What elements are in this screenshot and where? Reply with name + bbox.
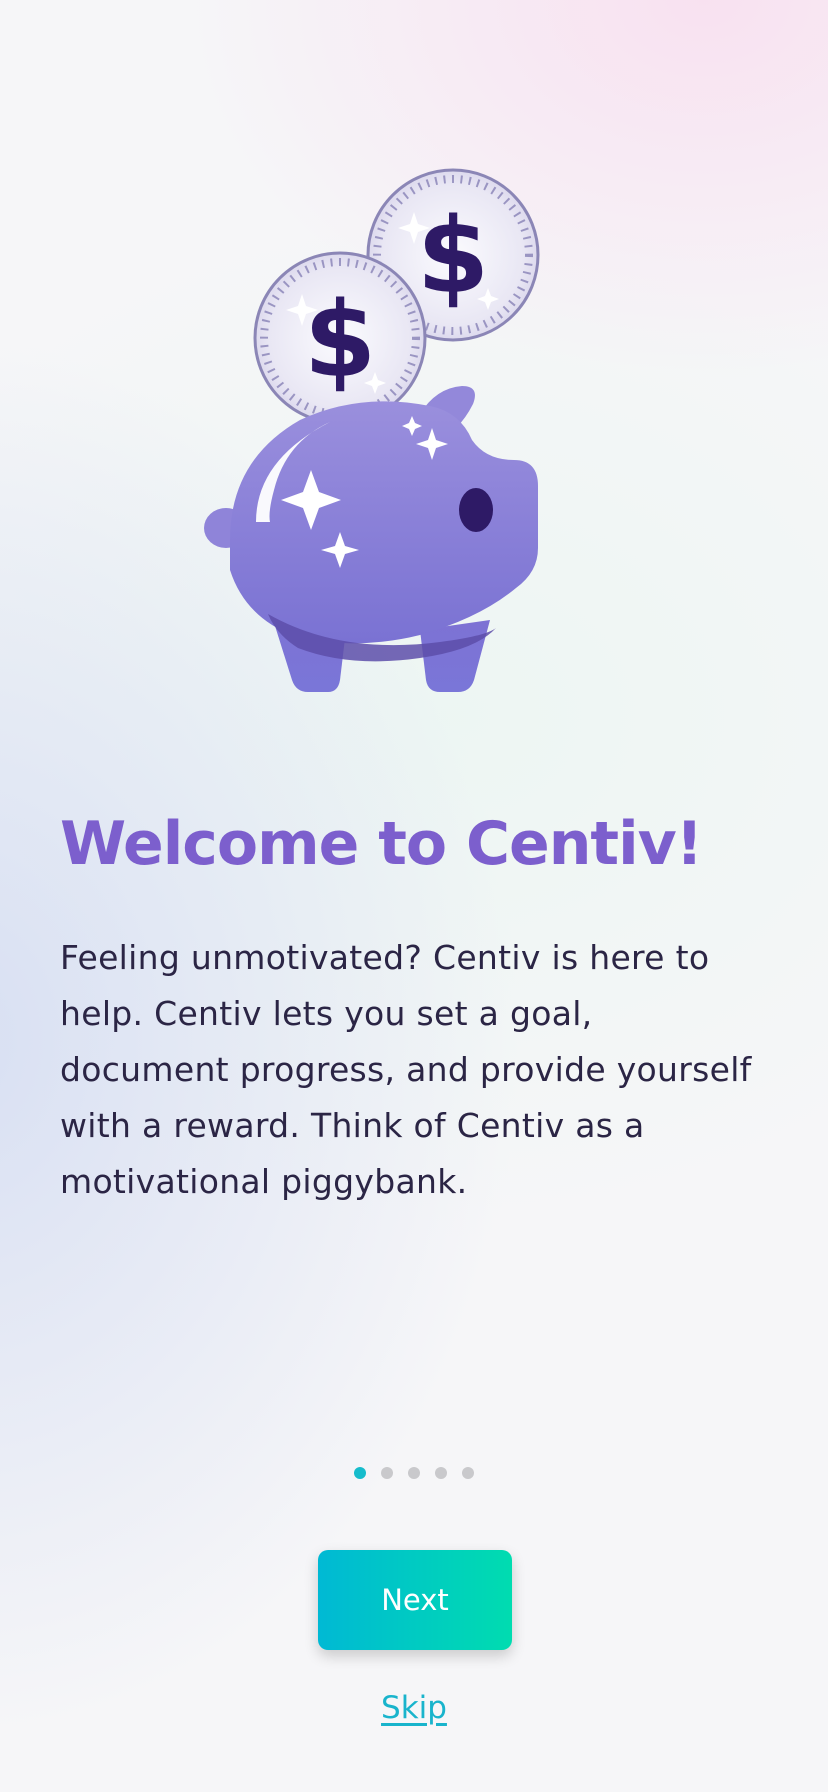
next-button[interactable]: Next [318, 1550, 512, 1650]
skip-link[interactable]: Skip [0, 1690, 828, 1726]
page-title: Welcome to Centiv! [60, 809, 703, 879]
page-dot-1[interactable] [354, 1467, 366, 1479]
piggy-bank-illustration: $ $ [204, 168, 540, 692]
page-dot-2[interactable] [381, 1467, 393, 1479]
welcome-description: Feeling unmotivated? Centiv is here to h… [60, 938, 752, 1201]
piggy-bank-icon [204, 386, 538, 692]
page-dot-5[interactable] [462, 1467, 474, 1479]
page-indicator [0, 1467, 828, 1479]
page-dot-3[interactable] [408, 1467, 420, 1479]
coin-front-icon: $ [253, 251, 427, 425]
page-dot-4[interactable] [435, 1467, 447, 1479]
